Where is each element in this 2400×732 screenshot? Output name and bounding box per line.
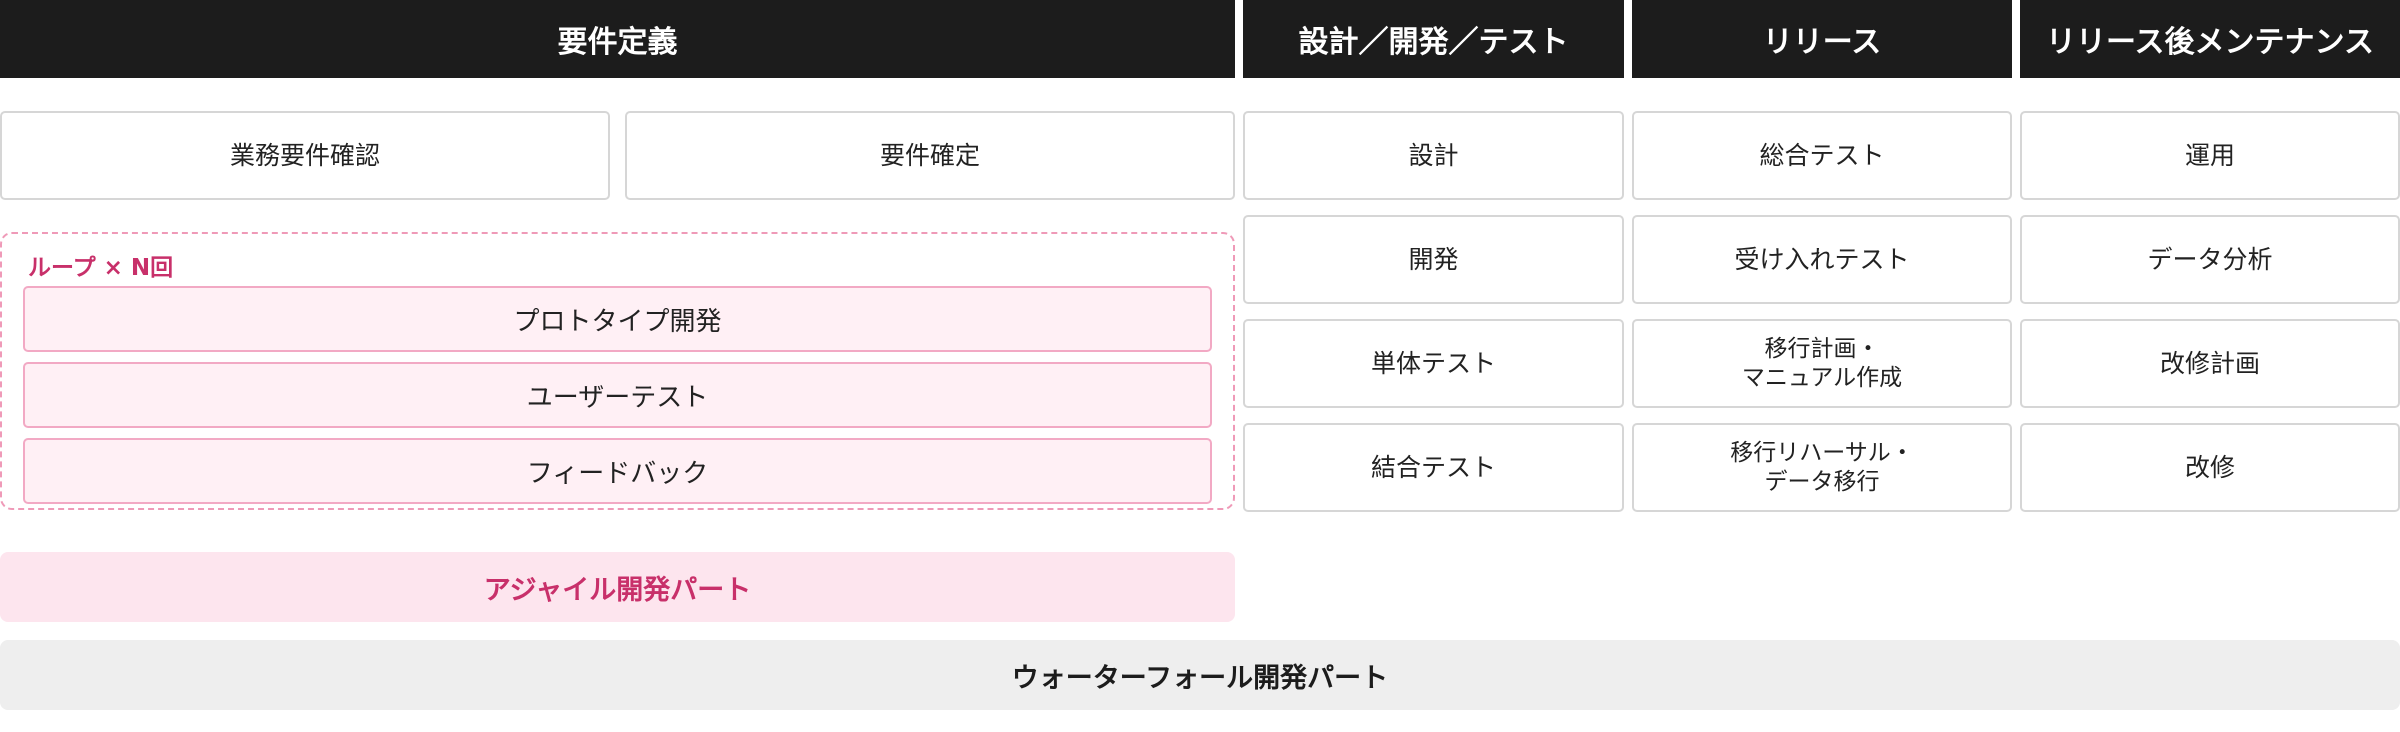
box-migration-plan-manual: 移行計画・ マニュアル作成 [1632, 319, 2012, 408]
box-acceptance-test: 受け入れテスト [1632, 215, 2012, 304]
legend-waterfall-part: ウォーターフォール開発パート [0, 640, 2400, 710]
loop-label: ループ × N回 [28, 255, 174, 281]
box-integration-test: 結合テスト [1243, 423, 1624, 512]
box-development: 開発 [1243, 215, 1624, 304]
step-feedback: フィードバック [23, 438, 1212, 504]
header-requirements: 要件定義 [0, 0, 1235, 78]
box-system-test: 総合テスト [1632, 111, 2012, 200]
box-data-analysis: データ分析 [2020, 215, 2400, 304]
box-requirements-finalize: 要件確定 [625, 111, 1235, 200]
box-business-requirements-check: 業務要件確認 [0, 111, 610, 200]
box-migration-rehearsal: 移行リハーサル・ データ移行 [1632, 423, 2012, 512]
box-improvement: 改修 [2020, 423, 2400, 512]
box-design: 設計 [1243, 111, 1624, 200]
legend-agile-part: アジャイル開発パート [0, 552, 1235, 622]
step-prototype-development: プロトタイプ開発 [23, 286, 1212, 352]
step-user-test: ユーザーテスト [23, 362, 1212, 428]
header-release: リリース [1632, 0, 2012, 78]
box-unit-test: 単体テスト [1243, 319, 1624, 408]
header-design-dev-test: 設計／開発／テスト [1243, 0, 1624, 78]
box-operation: 運用 [2020, 111, 2400, 200]
box-improvement-plan: 改修計画 [2020, 319, 2400, 408]
header-post-release-maintenance: リリース後メンテナンス [2020, 0, 2400, 78]
